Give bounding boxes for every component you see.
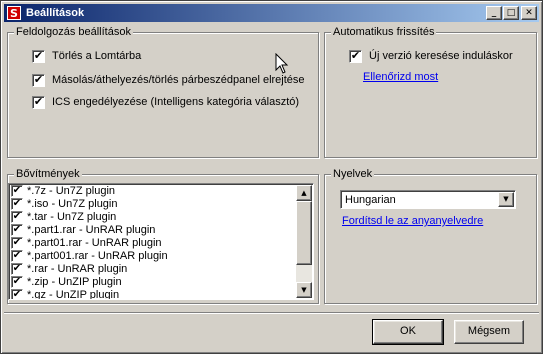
- extensions-scrollbar[interactable]: ▲ ▼: [296, 185, 312, 298]
- mouse-pointer-icon: [275, 53, 289, 74]
- extension-checkbox[interactable]: ✔: [11, 276, 23, 288]
- recycle-bin-checkbox[interactable]: ✔: [32, 50, 45, 63]
- hide-dialog-checkbox[interactable]: ✔: [32, 74, 45, 87]
- minimize-button[interactable]: _: [486, 6, 502, 20]
- ics-checkbox[interactable]: ✔: [32, 96, 45, 109]
- scroll-thumb[interactable]: [296, 201, 312, 265]
- languages-title: Nyelvek: [331, 167, 375, 181]
- check-on-startup-checkbox[interactable]: ✔: [349, 50, 362, 63]
- extension-checkbox[interactable]: ✔: [11, 250, 23, 262]
- language-select-value: Hungarian: [345, 194, 396, 206]
- check-on-startup-label: Új verzió keresése induláskor: [369, 50, 513, 62]
- hide-dialog-label: Másolás/áthelyezés/törlés párbeszédpanel…: [52, 74, 305, 86]
- title-bar[interactable]: S Beállítások _ □ ✕: [4, 4, 539, 22]
- extension-checkbox[interactable]: ✔: [11, 185, 23, 197]
- extension-checkbox[interactable]: ✔: [11, 198, 23, 210]
- extensions-title: Bővítmények: [14, 167, 82, 181]
- extension-checkbox[interactable]: ✔: [11, 211, 23, 223]
- extension-label: *.7z - Un7Z plugin: [27, 185, 116, 197]
- maximize-button[interactable]: □: [503, 6, 519, 20]
- language-select[interactable]: Hungarian ▼: [340, 190, 516, 209]
- close-button[interactable]: ✕: [521, 6, 537, 20]
- scroll-up-icon[interactable]: ▲: [296, 185, 312, 201]
- extension-label: *.zip - UnZIP plugin: [27, 276, 122, 288]
- window-title: Beállítások: [26, 7, 85, 19]
- extension-label: *.rar - UnRAR plugin: [27, 263, 128, 275]
- chevron-down-icon[interactable]: ▼: [498, 192, 514, 207]
- settings-window: S Beállítások _ □ ✕ Feldolgozás beállítá…: [0, 0, 543, 354]
- scroll-down-icon[interactable]: ▼: [296, 282, 312, 298]
- extension-checkbox[interactable]: ✔: [11, 237, 23, 249]
- auto-update-title: Automatikus frissítés: [331, 25, 437, 39]
- processing-settings-title: Feldolgozás beállítások: [14, 25, 133, 39]
- auto-update-group: Automatikus frissítés ✔ Új verzió keresé…: [324, 25, 537, 158]
- translate-link[interactable]: Fordítsd le az anyanyelvedre: [342, 215, 483, 227]
- extension-label: *.part001.rar - UnRAR plugin: [27, 250, 168, 262]
- extension-label: *.gz - UnZIP plugin: [27, 289, 120, 300]
- extensions-list[interactable]: ✔ *.7z - Un7Z plugin ✔ *.iso - Un7Z plug…: [8, 183, 314, 300]
- cancel-button[interactable]: Mégsem: [454, 320, 524, 344]
- extension-checkbox[interactable]: ✔: [11, 263, 23, 275]
- check-now-link[interactable]: Ellenőrizd most: [363, 71, 438, 83]
- extension-label: *.iso - Un7Z plugin: [27, 198, 118, 210]
- extension-label: *.part01.rar - UnRAR plugin: [27, 237, 162, 249]
- processing-settings-group: Feldolgozás beállítások ✔ Törlés a Lomtá…: [7, 25, 319, 158]
- app-logo-icon: S: [7, 6, 21, 20]
- ok-button[interactable]: OK: [372, 319, 444, 345]
- footer-separator: [4, 312, 539, 314]
- extension-label: *.tar - Un7Z plugin: [27, 211, 117, 223]
- extension-checkbox[interactable]: ✔: [11, 289, 23, 299]
- extension-checkbox[interactable]: ✔: [11, 224, 23, 236]
- recycle-bin-label: Törlés a Lomtárba: [52, 50, 142, 62]
- ics-label: ICS engedélyezése (Intelligens kategória…: [52, 96, 300, 108]
- extension-label: *.part1.rar - UnRAR plugin: [27, 224, 156, 236]
